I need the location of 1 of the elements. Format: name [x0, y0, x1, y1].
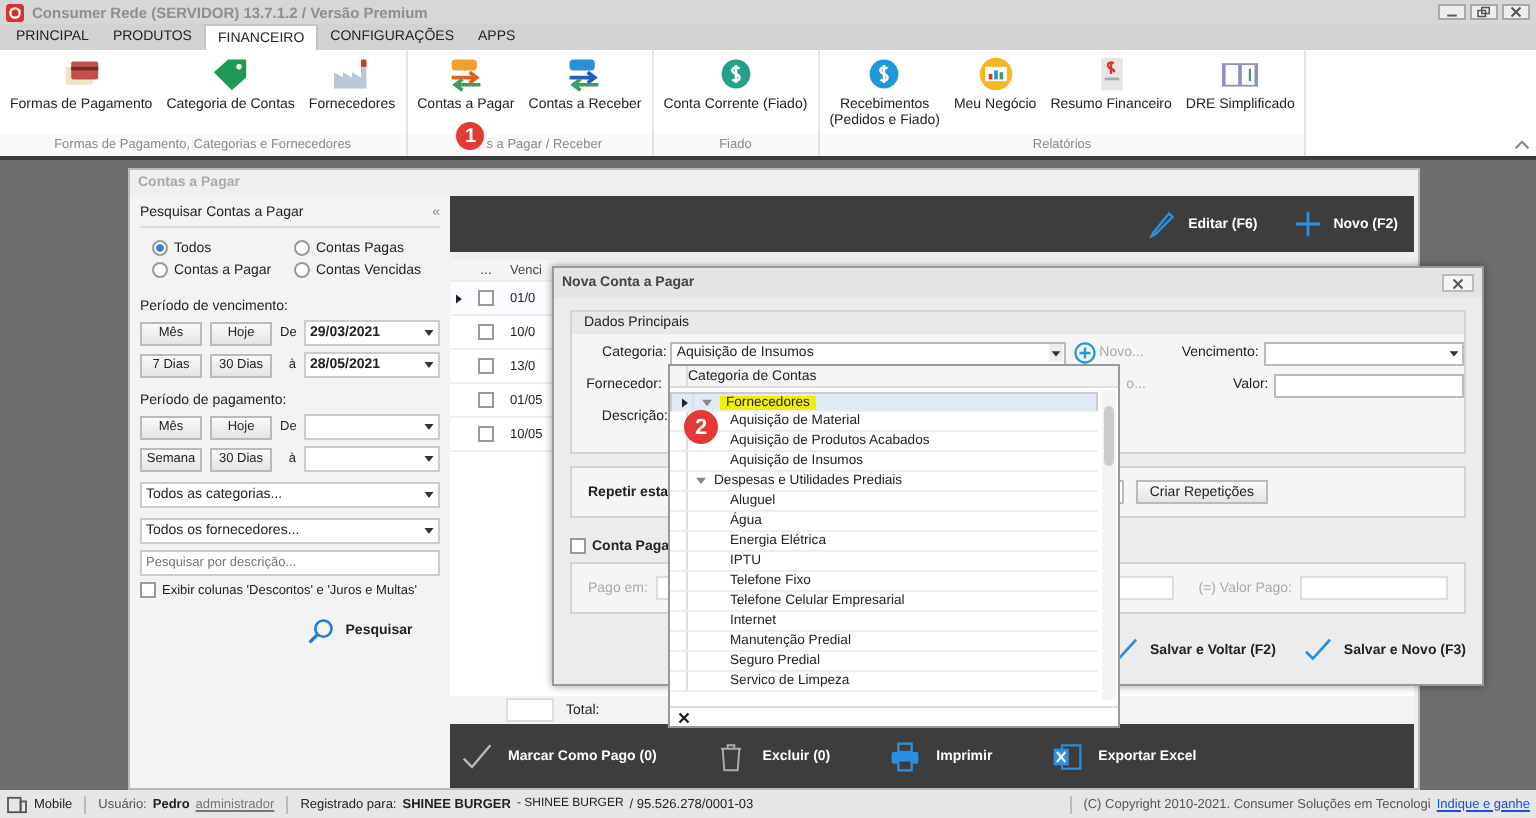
step-badge: 1 [456, 122, 485, 150]
